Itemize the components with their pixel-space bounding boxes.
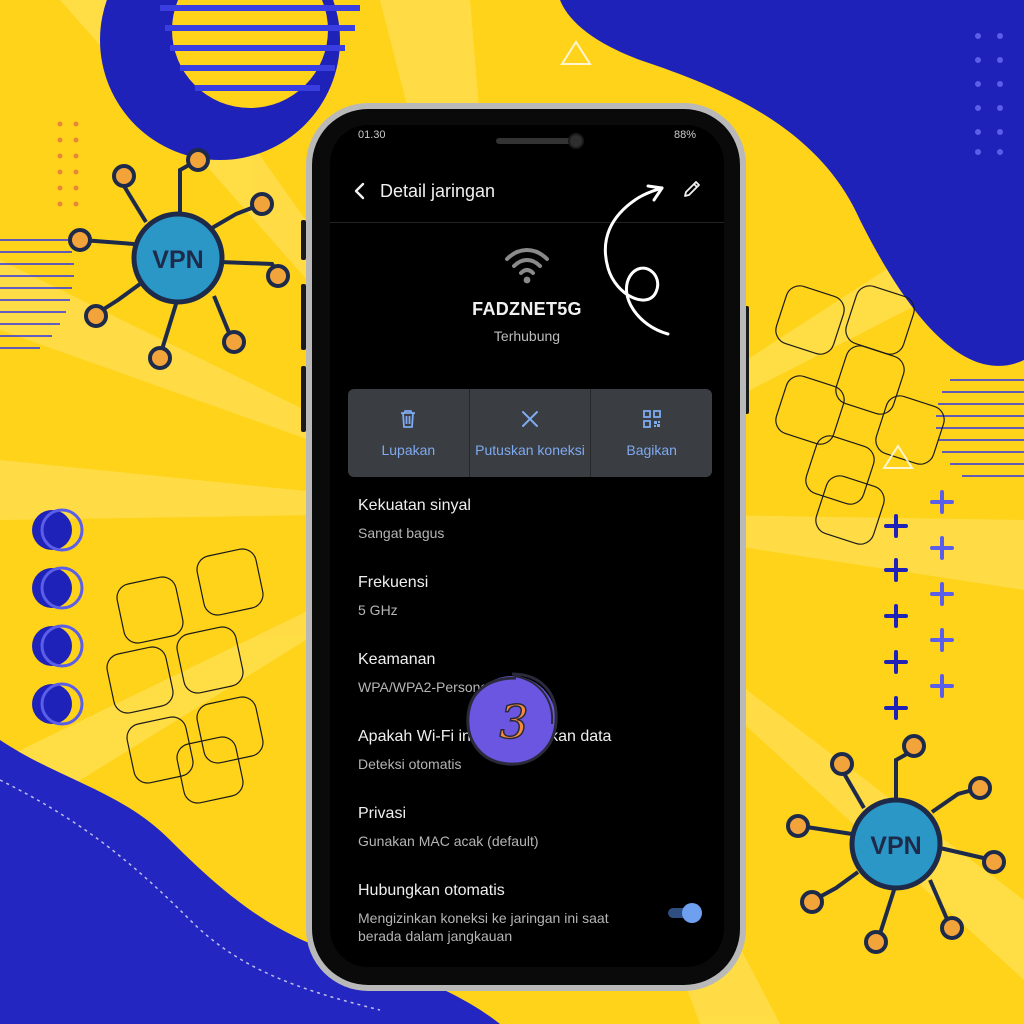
forget-label: Lupakan: [381, 442, 436, 458]
qr-code-icon: [642, 410, 661, 428]
close-icon: [522, 411, 538, 427]
auto-connect-toggle[interactable]: [668, 903, 702, 923]
hand-drawn-arrow-annotation: [603, 184, 670, 336]
status-time: 01.30: [358, 129, 386, 141]
list-item-auto-connect[interactable]: Hubungkan otomatis Mengizinkan koneksi k…: [358, 882, 638, 959]
disconnect-label: Putuskan koneksi: [475, 442, 585, 458]
auto-connect-title: Hubungkan otomatis: [358, 882, 505, 899]
front-camera: [568, 133, 584, 149]
phone-frame: 01.30 88% Detail jaringan FADZNET5G Terh…: [306, 103, 746, 991]
list-item-privacy[interactable]: Privasi Gunakan MAC acak (default): [358, 805, 698, 882]
privacy-title: Privasi: [358, 805, 407, 822]
wifi-signal-icon: [505, 248, 549, 284]
step-number-badge: 3: [462, 670, 562, 770]
forget-button[interactable]: Lupakan: [348, 389, 469, 477]
back-arrow-icon[interactable]: [348, 179, 372, 203]
frequency-title: Frekuensi: [358, 574, 429, 591]
signal-strength-value: Sangat bagus: [358, 525, 445, 541]
disconnect-button[interactable]: Putuskan koneksi: [468, 389, 591, 477]
pencil-edit-icon[interactable]: [680, 177, 704, 201]
list-item-signal-strength: Kekuatan sinyal Sangat bagus: [358, 497, 698, 574]
share-button[interactable]: Bagikan: [590, 389, 712, 477]
page-title: Detail jaringan: [380, 181, 496, 201]
trash-icon: [401, 410, 416, 428]
auto-connect-description: Mengizinkan koneksi ke jaringan ini saat…: [358, 910, 609, 944]
step-badge-circle: 3: [466, 672, 558, 766]
signal-strength-title: Kekuatan sinyal: [358, 497, 471, 514]
frequency-value: 5 GHz: [358, 602, 398, 618]
privacy-value: Gunakan MAC acak (default): [358, 833, 539, 849]
list-item-frequency: Frekuensi 5 GHz: [358, 574, 698, 651]
step-number: 3: [499, 695, 528, 749]
network-actions: Lupakan Putuskan koneksi Bagikan: [348, 389, 712, 477]
share-label: Bagikan: [626, 442, 677, 458]
security-title: Keamanan: [358, 651, 436, 668]
vpn-node-label-bottom: VPN: [870, 832, 921, 860]
toggle-thumb: [682, 903, 702, 923]
vpn-node-label-top: VPN: [152, 246, 203, 274]
status-battery: 88%: [673, 129, 696, 141]
